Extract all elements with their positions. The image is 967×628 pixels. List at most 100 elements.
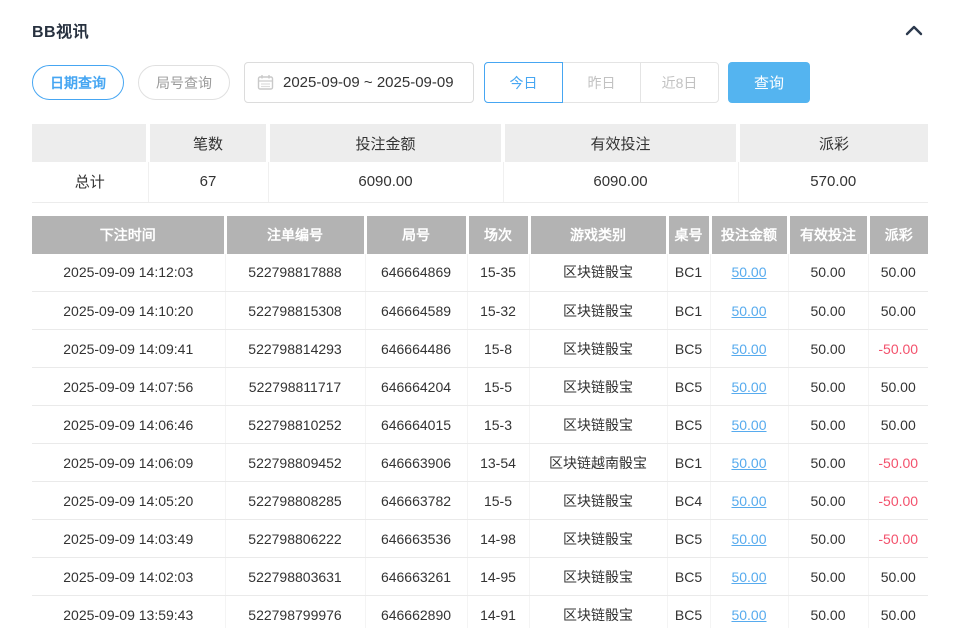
quick-range-group: 今日昨日近8日	[484, 62, 719, 103]
summary-column-header: 派彩	[738, 124, 928, 162]
table-row: 2025-09-09 14:12:03522798817888646664869…	[32, 254, 928, 292]
table-row: 2025-09-09 14:03:49522798806222646663536…	[32, 520, 928, 558]
summary-header-row: 笔数投注金额有效投注派彩	[32, 124, 928, 162]
cell-bet-amount: 50.00	[710, 596, 788, 628]
cell-bet-amount: 50.00	[710, 444, 788, 482]
summary-count-value: 67	[148, 162, 268, 202]
summary-column-header: 投注金额	[268, 124, 503, 162]
cell-valid-bet: 50.00	[788, 482, 868, 520]
cell-order-id: 522798803631	[225, 558, 365, 596]
cell-bet-time: 2025-09-09 14:10:20	[32, 292, 225, 330]
cell-payout: -50.00	[868, 520, 928, 558]
cell-round-id: 646663536	[365, 520, 467, 558]
cell-game-type: 区块链骰宝	[529, 254, 667, 292]
cell-game-type: 区块链骰宝	[529, 292, 667, 330]
cell-valid-bet: 50.00	[788, 520, 868, 558]
table-row: 2025-09-09 14:06:46522798810252646664015…	[32, 406, 928, 444]
cell-valid-bet: 50.00	[788, 292, 868, 330]
summary-column-header: 笔数	[148, 124, 268, 162]
bet-amount-link[interactable]: 50.00	[731, 379, 766, 395]
cell-payout: 50.00	[868, 254, 928, 292]
cell-session: 14-98	[467, 520, 529, 558]
cell-table-id: BC5	[667, 406, 710, 444]
cell-session: 14-91	[467, 596, 529, 628]
cell-bet-time: 2025-09-09 14:09:41	[32, 330, 225, 368]
summary-column-header	[32, 124, 148, 162]
bet-table-body: 2025-09-09 14:12:03522798817888646664869…	[32, 254, 928, 628]
cell-game-type: 区块链骰宝	[529, 406, 667, 444]
bet-amount-link[interactable]: 50.00	[731, 264, 766, 280]
cell-bet-amount: 50.00	[710, 558, 788, 596]
cell-bet-amount: 50.00	[710, 520, 788, 558]
table-row: 2025-09-09 14:10:20522798815308646664589…	[32, 292, 928, 330]
cell-session: 15-3	[467, 406, 529, 444]
cell-bet-amount: 50.00	[710, 482, 788, 520]
column-header-order-id: 注单编号	[225, 216, 365, 254]
cell-table-id: BC1	[667, 254, 710, 292]
cell-valid-bet: 50.00	[788, 254, 868, 292]
date-query-tab[interactable]: 日期查询	[32, 65, 124, 100]
quick-range-button-1[interactable]: 昨日	[562, 62, 641, 103]
bet-amount-link[interactable]: 50.00	[731, 455, 766, 471]
search-button[interactable]: 查询	[728, 62, 810, 103]
bet-amount-link[interactable]: 50.00	[731, 569, 766, 585]
bet-amount-link[interactable]: 50.00	[731, 493, 766, 509]
bb-video-panel: BB视讯 日期查询 局号查询 2025-09-09 ~ 2025-09-09 今…	[0, 0, 967, 628]
bet-amount-link[interactable]: 50.00	[731, 531, 766, 547]
panel-header: BB视讯	[32, 18, 928, 42]
cell-table-id: BC5	[667, 368, 710, 406]
cell-session: 13-54	[467, 444, 529, 482]
cell-round-id: 646663261	[365, 558, 467, 596]
cell-table-id: BC1	[667, 444, 710, 482]
round-query-tab[interactable]: 局号查询	[138, 65, 230, 100]
bet-amount-link[interactable]: 50.00	[731, 341, 766, 357]
cell-round-id: 646664486	[365, 330, 467, 368]
cell-valid-bet: 50.00	[788, 558, 868, 596]
summary-payout-value: 570.00	[738, 162, 928, 202]
cell-payout: -50.00	[868, 444, 928, 482]
column-header-payout: 派彩	[868, 216, 928, 254]
calendar-icon	[257, 74, 274, 91]
cell-table-id: BC5	[667, 558, 710, 596]
cell-table-id: BC4	[667, 482, 710, 520]
cell-order-id: 522798810252	[225, 406, 365, 444]
column-header-bet-time: 下注时间	[32, 216, 225, 254]
cell-bet-amount: 50.00	[710, 368, 788, 406]
date-range-input[interactable]: 2025-09-09 ~ 2025-09-09	[244, 62, 474, 103]
collapse-chevron-up-icon[interactable]	[900, 22, 928, 38]
table-row: 2025-09-09 14:05:20522798808285646663782…	[32, 482, 928, 520]
cell-valid-bet: 50.00	[788, 330, 868, 368]
cell-round-id: 646664015	[365, 406, 467, 444]
bet-records-table: 下注时间注单编号局号场次游戏类别桌号投注金额有效投注派彩 2025-09-09 …	[32, 216, 928, 628]
quick-range-button-2[interactable]: 近8日	[640, 62, 719, 103]
cell-round-id: 646663782	[365, 482, 467, 520]
cell-table-id: BC5	[667, 330, 710, 368]
cell-session: 15-32	[467, 292, 529, 330]
cell-game-type: 区块链骰宝	[529, 482, 667, 520]
table-row: 2025-09-09 14:07:56522798811717646664204…	[32, 368, 928, 406]
cell-bet-amount: 50.00	[710, 292, 788, 330]
bet-table-header-row: 下注时间注单编号局号场次游戏类别桌号投注金额有效投注派彩	[32, 216, 928, 254]
summary-valid-bet-value: 6090.00	[503, 162, 738, 202]
cell-round-id: 646664204	[365, 368, 467, 406]
cell-payout: 50.00	[868, 368, 928, 406]
summary-total-row: 总计 67 6090.00 6090.00 570.00	[32, 162, 928, 202]
cell-order-id: 522798814293	[225, 330, 365, 368]
quick-range-button-0[interactable]: 今日	[484, 62, 563, 103]
bet-amount-link[interactable]: 50.00	[731, 303, 766, 319]
cell-game-type: 区块链越南骰宝	[529, 444, 667, 482]
column-header-valid-bet: 有效投注	[788, 216, 868, 254]
cell-bet-time: 2025-09-09 14:02:03	[32, 558, 225, 596]
cell-table-id: BC1	[667, 292, 710, 330]
bet-amount-link[interactable]: 50.00	[731, 417, 766, 433]
cell-session: 15-5	[467, 368, 529, 406]
cell-bet-time: 2025-09-09 14:07:56	[32, 368, 225, 406]
cell-payout: -50.00	[868, 330, 928, 368]
bet-amount-link[interactable]: 50.00	[731, 607, 766, 623]
table-row: 2025-09-09 13:59:43522798799976646662890…	[32, 596, 928, 628]
cell-session: 14-95	[467, 558, 529, 596]
column-header-game-type: 游戏类别	[529, 216, 667, 254]
cell-payout: 50.00	[868, 406, 928, 444]
table-row: 2025-09-09 14:02:03522798803631646663261…	[32, 558, 928, 596]
cell-order-id: 522798809452	[225, 444, 365, 482]
